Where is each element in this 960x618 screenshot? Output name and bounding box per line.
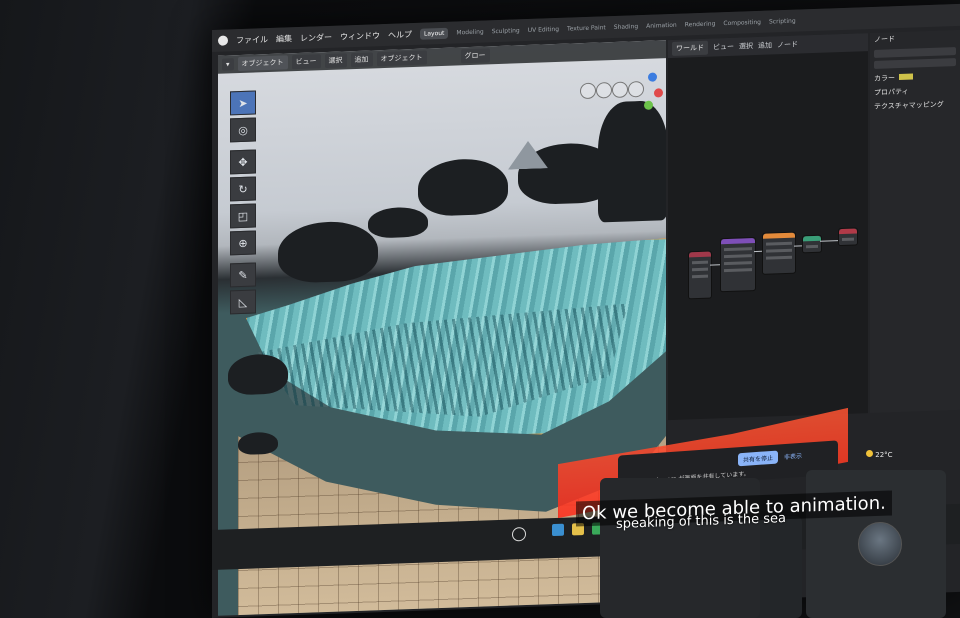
node-link xyxy=(754,250,762,253)
editor-type-icon[interactable]: ▾ xyxy=(222,58,234,71)
node-editor[interactable]: ワールド ビュー 選択 追加 ノード xyxy=(668,33,868,421)
participant-avatar xyxy=(858,522,902,566)
scale-tool-icon[interactable]: ◰ xyxy=(230,203,256,229)
menu-window[interactable]: ウィンドウ xyxy=(340,30,380,42)
world-selector[interactable]: ワールド xyxy=(672,40,708,56)
menu-render[interactable]: レンダー xyxy=(300,31,332,43)
camera-icon[interactable] xyxy=(612,81,628,99)
rock xyxy=(278,220,378,284)
menu-help[interactable]: ヘルプ xyxy=(388,29,412,41)
props-section-color-label: カラー xyxy=(874,74,895,83)
node[interactable] xyxy=(762,231,796,275)
workspace-tab-modeling[interactable]: Modeling xyxy=(456,28,483,36)
cursor-tool-icon[interactable]: ◎ xyxy=(230,117,256,143)
rock xyxy=(238,431,278,456)
workspace-tab-rendering[interactable]: Rendering xyxy=(685,20,716,28)
navigation-gizmo xyxy=(580,72,664,115)
node-menu-view[interactable]: ビュー xyxy=(713,42,734,53)
workspace-tab-layout[interactable]: Layout xyxy=(420,27,449,40)
hide-share-bar-button[interactable]: 非表示 xyxy=(784,451,802,461)
axis-z-icon[interactable] xyxy=(648,72,657,82)
blender-logo-icon[interactable] xyxy=(218,35,228,46)
axis-y-icon[interactable] xyxy=(644,100,653,110)
select-tool-icon[interactable]: ➤ xyxy=(230,90,256,116)
rock xyxy=(418,157,508,217)
tool-shelf: ➤ ◎ ✥ ↻ ◰ ⊕ ✎ ◺ xyxy=(230,90,256,317)
node-editor-header: ワールド ビュー 選択 追加 ノード xyxy=(668,33,868,59)
move-tool-icon[interactable]: ✥ xyxy=(230,149,256,175)
props-section-node[interactable]: ノード xyxy=(870,30,960,47)
node-properties-panel: ノード カラー プロパティ テクスチャマッピング xyxy=(870,29,960,414)
weather-temp: 22°C xyxy=(875,451,893,459)
rock xyxy=(228,353,288,396)
rotate-tool-icon[interactable]: ↻ xyxy=(230,176,256,202)
workspace-tab-sculpting[interactable]: Sculpting xyxy=(492,27,520,35)
node[interactable] xyxy=(720,237,756,293)
color-swatch[interactable] xyxy=(899,73,913,81)
transform-orientation[interactable]: グロー xyxy=(460,48,490,64)
annotate-tool-icon[interactable]: ✎ xyxy=(230,262,256,288)
search-icon[interactable] xyxy=(512,527,526,542)
workspace-tab-uv-editing[interactable]: UV Editing xyxy=(528,25,559,33)
props-field[interactable] xyxy=(874,47,956,58)
node-link xyxy=(820,240,838,242)
viewport-menu-add[interactable]: 追加 xyxy=(350,52,373,68)
ortho-toggle-icon[interactable] xyxy=(628,80,644,98)
viewport-menu-view[interactable]: ビュー xyxy=(291,54,321,70)
menu-edit[interactable]: 編集 xyxy=(276,33,292,45)
pan-icon[interactable] xyxy=(596,82,612,99)
node-link xyxy=(710,264,720,266)
transform-tool-icon[interactable]: ⊕ xyxy=(230,230,256,256)
node[interactable] xyxy=(802,234,822,254)
viewport-menu-select[interactable]: 選択 xyxy=(324,53,347,69)
app-icon[interactable] xyxy=(552,523,564,537)
workspace-tab-texture-paint[interactable]: Texture Paint xyxy=(567,24,606,32)
viewport-menu-object[interactable]: オブジェクト xyxy=(376,50,427,67)
workspace-tab-compositing[interactable]: Compositing xyxy=(723,18,761,26)
node-menu-select[interactable]: 選択 xyxy=(739,41,753,51)
node-menu-node[interactable]: ノード xyxy=(777,40,798,51)
axis-x-icon[interactable] xyxy=(654,88,663,98)
node-menu-add[interactable]: 追加 xyxy=(758,40,772,50)
rock xyxy=(598,100,666,223)
props-field[interactable] xyxy=(874,58,956,69)
sun-icon xyxy=(866,450,873,457)
workspace-tab-animation[interactable]: Animation xyxy=(646,21,677,29)
workspace-tab-scripting[interactable]: Scripting xyxy=(769,17,796,25)
menu-file[interactable]: ファイル xyxy=(236,34,268,46)
rock xyxy=(368,206,428,239)
measure-tool-icon[interactable]: ◺ xyxy=(230,289,256,315)
node[interactable] xyxy=(838,227,858,247)
node[interactable] xyxy=(688,250,712,300)
workspace-tab-shading[interactable]: Shading xyxy=(614,23,638,31)
props-section-texture-mapping[interactable]: テクスチャマッピング xyxy=(870,97,960,114)
weather-widget[interactable]: 22°C xyxy=(866,450,893,459)
zoom-icon[interactable] xyxy=(580,82,596,100)
mode-selector[interactable]: オブジェクト xyxy=(237,55,288,72)
node-link xyxy=(794,245,802,247)
stop-sharing-button[interactable]: 共有を停止 xyxy=(738,450,779,467)
